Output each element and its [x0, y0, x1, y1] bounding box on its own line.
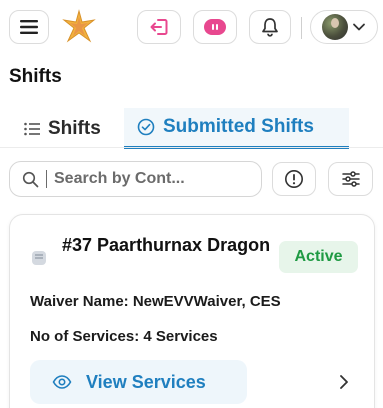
- shift-title: #37 Paarthurnax Dragon: [62, 235, 271, 255]
- eye-icon: [52, 375, 72, 389]
- services-count-row: No of Services: 4 Services: [30, 328, 218, 345]
- check-circle-icon: [137, 118, 155, 136]
- chevron-right-icon[interactable]: [336, 373, 352, 391]
- search-icon: [22, 171, 39, 187]
- status-badge: Active: [279, 241, 358, 273]
- shift-card[interactable]: #37 Paarthurnax Dragon Active Waiver Nam…: [9, 214, 375, 408]
- star-logo-icon: [62, 9, 96, 43]
- top-bar: [0, 0, 383, 56]
- menu-button[interactable]: [9, 10, 49, 44]
- pause-pill-button[interactable]: [193, 10, 237, 44]
- tab-shifts[interactable]: Shifts: [24, 108, 101, 149]
- profile-button[interactable]: [310, 10, 378, 44]
- services-count-value: 4 Services: [143, 328, 218, 345]
- waiver-name-value: NewEVVWaiver, CES: [132, 293, 281, 310]
- avatar: [322, 14, 348, 40]
- tab-submitted-shifts-label: Submitted Shifts: [163, 116, 314, 137]
- pause-pill-icon: [204, 19, 226, 35]
- services-count-label: No of Services:: [30, 328, 140, 345]
- search-placeholder: Search by Cont...: [54, 170, 185, 187]
- view-services-label: View Services: [86, 371, 206, 392]
- view-services-button[interactable]: View Services: [30, 360, 247, 404]
- waiver-name-row: Waiver Name: NewEVVWaiver, CES: [30, 293, 281, 310]
- filter-button[interactable]: [328, 162, 373, 196]
- bell-icon: [262, 18, 278, 37]
- chevron-down-icon: [353, 23, 365, 31]
- waiver-name-label: Waiver Name:: [30, 293, 129, 310]
- logout-button[interactable]: [137, 10, 181, 44]
- info-button[interactable]: [272, 162, 316, 196]
- sliders-icon: [341, 171, 360, 187]
- notifications-button[interactable]: [249, 10, 291, 44]
- shift-type-icon: [32, 251, 46, 265]
- hamburger-menu-icon: [20, 20, 38, 34]
- tab-bar: Shifts Submitted Shifts: [0, 108, 383, 149]
- search-input[interactable]: Search by Cont...: [9, 161, 262, 197]
- tab-submitted-shifts[interactable]: Submitted Shifts: [124, 108, 349, 149]
- page-title: Shifts: [9, 66, 62, 87]
- logout-icon: [150, 19, 168, 35]
- list-icon: [24, 122, 40, 135]
- tab-divider: [0, 147, 383, 148]
- text-cursor: [46, 170, 47, 188]
- tab-shifts-label: Shifts: [48, 117, 101, 139]
- info-icon: [285, 170, 303, 188]
- divider: [301, 17, 302, 39]
